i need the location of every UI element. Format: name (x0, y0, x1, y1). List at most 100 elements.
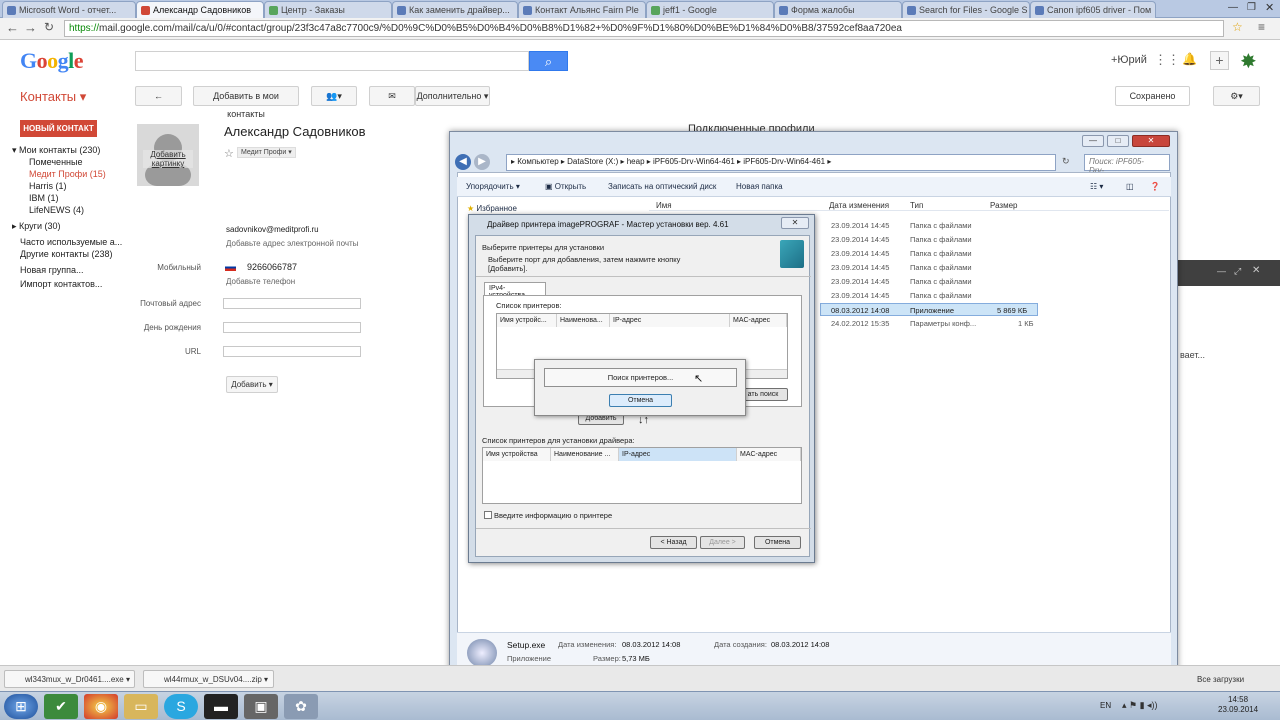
language-indicator[interactable]: EN (1100, 701, 1111, 710)
column-name[interactable]: Имя (656, 201, 672, 210)
more-button[interactable]: Дополнительно ▾ (415, 86, 490, 106)
browser-tab[interactable]: jeff1 - Google (646, 1, 774, 18)
add-email-link[interactable]: Добавьте адрес электронной почты (226, 239, 358, 248)
favorites-nav[interactable]: ★ Избранное (467, 204, 517, 213)
back-arrow-icon[interactable]: ← (6, 20, 19, 35)
back-button[interactable]: ← (135, 86, 182, 106)
sidebar-item-lifenews[interactable]: LifeNEWS (4) (29, 205, 84, 215)
all-downloads-link[interactable]: Все загрузки (1197, 675, 1244, 684)
close-icon[interactable]: ✕ (781, 217, 809, 229)
sidebar-item-other-contacts[interactable]: Другие контакты (238) (20, 249, 113, 259)
sidebar-item-import[interactable]: Импорт контактов... (20, 279, 102, 289)
sidebar-item-ibm[interactable]: IBM (1) (29, 193, 59, 203)
close-icon[interactable]: ✕ (1265, 1, 1274, 14)
browser-tab[interactable]: Search for Files - Google S (902, 1, 1030, 18)
taskbar-clock[interactable]: 14:58 23.09.2014 (1218, 695, 1258, 715)
group-tag[interactable]: Медит Профи ▾ (237, 147, 296, 158)
contacts-menu-title[interactable]: Контакты ▾ (20, 89, 86, 105)
url-field[interactable] (223, 346, 361, 357)
add-photo-link[interactable]: Добавить картинку (143, 150, 193, 168)
checkbox-label[interactable]: Введите информацию о принтере (494, 511, 612, 520)
contact-email[interactable]: sadovnikov@meditprofi.ru (226, 225, 319, 234)
sidebar-item-starred[interactable]: Помеченные (29, 157, 82, 167)
forward-arrow-icon[interactable]: → (24, 20, 37, 35)
star-contact-icon[interactable]: ☆ (224, 147, 234, 160)
user-name[interactable]: +Юрий (1111, 54, 1147, 66)
sidebar-item-circles[interactable]: ▸ Круги (30) (12, 221, 61, 232)
browser-tab[interactable]: Как заменить драйвер... (392, 1, 518, 18)
column-type[interactable]: Тип (910, 201, 923, 210)
contact-name[interactable]: Александр Садовников (224, 124, 366, 139)
minimize-icon[interactable]: — (1217, 266, 1226, 276)
address-field[interactable] (223, 298, 361, 309)
browser-tab[interactable]: Microsoft Word - отчет... (2, 1, 136, 18)
search-button[interactable]: ⌕ (529, 51, 568, 71)
tray-icons[interactable]: ▴ ⚑ ▮ ◂)) (1122, 700, 1158, 711)
popup-cancel-button[interactable]: Отмена (609, 394, 672, 407)
restore-icon[interactable]: ❐ (1247, 2, 1256, 13)
add-to-contacts-button[interactable]: Добавить в мои контакты (193, 86, 299, 119)
skype-icon[interactable]: S (164, 694, 198, 719)
browser-tab-active[interactable]: Александр Садовников (136, 1, 264, 18)
download-item[interactable]: wl44rmux_w_DSUv04....zip ▾ (143, 670, 274, 688)
browser-tab[interactable]: Центр - Заказы (264, 1, 392, 18)
avatar[interactable]: ✸ (1240, 49, 1257, 74)
new-folder-button[interactable]: Новая папка (736, 182, 783, 191)
check-app-icon[interactable]: ✔ (44, 694, 78, 719)
russia-flag-icon[interactable] (225, 264, 236, 271)
group-people-button[interactable]: 👥▾ (311, 86, 357, 106)
google-logo[interactable]: Google (20, 48, 84, 74)
download-item[interactable]: wl343mux_w_Dr0461....exe ▾ (4, 670, 135, 688)
back-button[interactable]: < Назад (650, 536, 697, 549)
sidebar-item-frequent[interactable]: Часто используемые а... (20, 237, 122, 247)
preview-pane-icon[interactable]: ◫ (1126, 182, 1134, 191)
install-list[interactable]: Имя устройства Наименование ... IP-адрес… (482, 447, 802, 504)
url-input[interactable]: https://mail.google.com/mail/ca/u/0/#con… (64, 20, 1224, 37)
birthday-field[interactable] (223, 322, 361, 333)
sidebar-item-harris[interactable]: Harris (1) (29, 181, 67, 191)
back-arrow-icon[interactable]: ◀ (455, 154, 471, 170)
add-field-button[interactable]: Добавить ▾ (226, 376, 278, 393)
app-icon[interactable]: ▣ (244, 694, 278, 719)
cancel-button[interactable]: Отмена (754, 536, 801, 549)
minimize-icon[interactable]: — (1082, 135, 1104, 147)
chat-panel-header[interactable]: — ⤢ ✕ (1172, 260, 1280, 286)
menu-icon[interactable]: ≡ (1258, 20, 1265, 34)
settings-button[interactable]: ⚙▾ (1213, 86, 1260, 106)
new-contact-button[interactable]: НОВЫЙ КОНТАКТ (20, 120, 97, 137)
close-icon[interactable]: ✕ (1132, 135, 1170, 147)
reload-icon[interactable]: ↻ (44, 20, 54, 34)
help-icon[interactable]: ❓ (1150, 182, 1160, 191)
column-date[interactable]: Дата изменения (829, 201, 889, 210)
sidebar-item-new-group[interactable]: Новая группа... (20, 265, 84, 275)
view-options-icon[interactable]: ☷ ▾ (1090, 182, 1103, 191)
maximize-icon[interactable]: □ (1107, 135, 1129, 147)
search-input[interactable] (135, 51, 529, 71)
browser-tab[interactable]: Контакт Альянс Fairn Ple (518, 1, 646, 18)
printer-info-checkbox[interactable] (484, 511, 492, 519)
share-plus-icon[interactable]: + (1210, 51, 1229, 70)
close-icon[interactable]: ✕ (1252, 265, 1260, 276)
explorer-search-input[interactable]: Поиск: iPF605-Drv-... (1084, 154, 1170, 175)
organize-button[interactable]: Упорядочить ▾ (466, 182, 520, 191)
chrome-icon[interactable]: ◉ (84, 694, 118, 719)
start-button[interactable]: ⊞ (4, 694, 38, 719)
column-size[interactable]: Размер (990, 201, 1018, 210)
email-button[interactable]: ✉ (369, 86, 415, 106)
notifications-bell-icon[interactable]: 🔔 (1182, 52, 1197, 66)
tab-ipv4[interactable]: IPv4-устройства (484, 282, 546, 299)
file-row-selected[interactable]: 08.03.2012 14:08 Приложение 5 869 КБ (820, 303, 1038, 316)
browser-tab[interactable]: Форма жалобы (774, 1, 902, 18)
terminal-icon[interactable]: ▬ (204, 694, 238, 719)
setup-icon[interactable]: ✿ (284, 694, 318, 719)
minimize-icon[interactable]: — (1228, 2, 1238, 13)
next-button[interactable]: Далее > (700, 536, 745, 549)
sidebar-item-my-contacts[interactable]: ▾ Мои контакты (230) (12, 145, 100, 156)
forward-arrow-icon[interactable]: ▶ (474, 154, 490, 170)
expand-icon[interactable]: ⤢ (1234, 266, 1241, 277)
apps-grid-icon[interactable]: ⋮⋮ (1154, 52, 1180, 68)
add-phone-link[interactable]: Добавьте телефон (226, 277, 295, 286)
explorer-address-bar[interactable]: ▸ Компьютер ▸ DataStore (X:) ▸ heap ▸ iP… (506, 154, 1056, 171)
refresh-icon[interactable]: ↻ (1062, 156, 1070, 167)
folder-icon[interactable]: ▭ (124, 694, 158, 719)
